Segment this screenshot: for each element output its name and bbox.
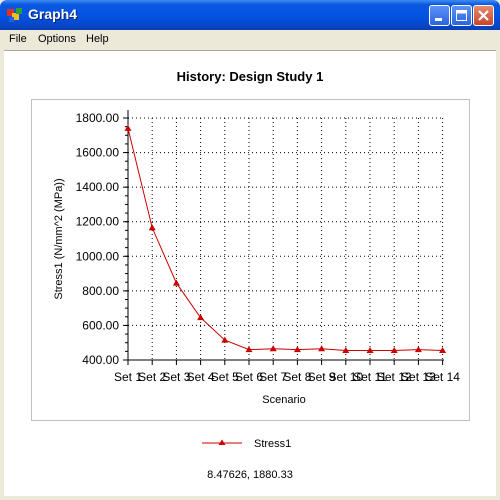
menu-help[interactable]: Help [86, 33, 109, 45]
graph-app-icon [7, 8, 22, 22]
data-point [414, 346, 422, 353]
maximize-icon [456, 10, 467, 21]
legend: Stress1 [202, 438, 291, 450]
line-chart: 400.00 600.00 800.00 1000.00 1200.00 1400.00 1… [53, 110, 460, 450]
y-axis-label: Stress1 (N/mm^2 (MPa)) [53, 178, 65, 299]
y-tick-label: 600.00 [82, 318, 119, 332]
data-point [269, 345, 277, 352]
y-tick-label: 400.00 [82, 353, 119, 367]
minimize-icon [435, 18, 442, 21]
menu-file[interactable]: File [9, 33, 27, 45]
close-icon [478, 10, 489, 21]
menu-options[interactable]: Options [38, 33, 76, 45]
window-title: Graph4 [28, 6, 78, 22]
data-point [197, 314, 205, 321]
y-tick-label: 1000.00 [76, 249, 120, 263]
menu-bar: File Options Help [4, 30, 496, 49]
y-tick-label: 1400.00 [76, 180, 120, 194]
grid-lines [128, 117, 444, 360]
data-point [318, 345, 326, 352]
graph-window: Graph4 File Options Help History: Design… [0, 0, 500, 500]
close-button[interactable] [473, 5, 494, 26]
legend-marker [218, 439, 226, 445]
title-bar[interactable]: Graph4 [0, 0, 500, 30]
y-tick-label: 1600.00 [76, 146, 120, 160]
axes [123, 110, 444, 365]
data-point [148, 224, 156, 231]
y-tick-label: 1800.00 [76, 111, 120, 125]
y-tick-labels: 400.00 600.00 800.00 1000.00 1200.00 1400.00 1… [76, 111, 120, 367]
x-tick-labels: Set 1Set 2Set 3Set 4Set 5Set 6Set 7Set 8… [114, 370, 460, 384]
coordinate-readout: 8.47626, 1880.33 [207, 469, 293, 481]
x-tick-label: Set 14 [425, 370, 460, 384]
legend-label: Stress1 [254, 438, 291, 450]
series-line [127, 128, 443, 351]
y-tick-label: 1200.00 [76, 215, 120, 229]
y-tick-label: 800.00 [82, 284, 119, 298]
data-point [124, 124, 132, 131]
maximize-button[interactable] [451, 5, 472, 26]
x-axis-label: Scenario [262, 394, 305, 406]
graph-client-area: History: Design Study 1 400.00 600.00 800.… [4, 50, 496, 496]
series-stress1 [124, 124, 447, 353]
minimize-button[interactable] [429, 5, 450, 26]
data-point [172, 279, 180, 286]
